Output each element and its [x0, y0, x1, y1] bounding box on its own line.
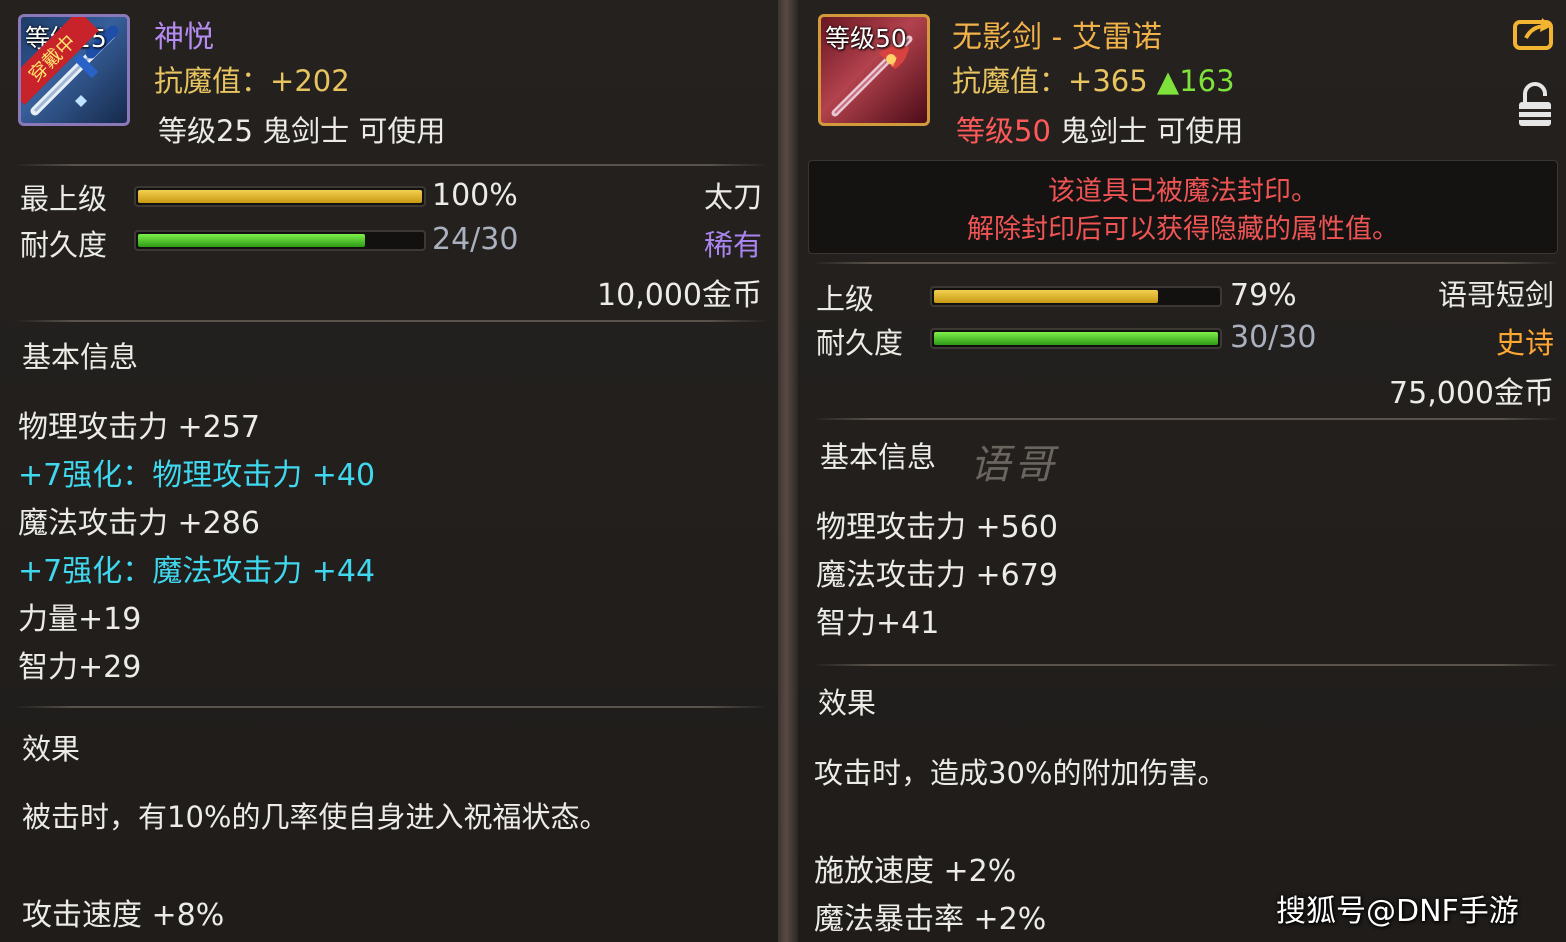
durability-bar-fill: [934, 332, 1218, 345]
item-name: 神悦: [154, 20, 214, 55]
anti-magic-label: 抗魔值：: [952, 64, 1069, 98]
grade-bar: [930, 286, 1222, 307]
effect-text: 攻击时，造成30%的附加伤害。: [814, 756, 1227, 790]
seal-notice: 该道具已被魔法封印。 解除封印后可以获得隐藏的属性值。: [808, 160, 1558, 254]
author-signature: 语哥: [970, 442, 1058, 488]
item-name: 无影剑 - 艾雷诺: [952, 20, 1162, 55]
grade-label: 上级: [816, 282, 875, 316]
stat-line-enhance: +7强化：物理攻击力 +40: [18, 458, 376, 493]
durability-value: 24/30: [432, 222, 519, 257]
stat-line: 魔法攻击力 +286: [18, 506, 260, 541]
anti-magic-row: 抗魔值：+365 ▲163: [952, 58, 1235, 100]
durability-label: 耐久度: [816, 326, 904, 360]
stat-line-enhance: +7强化：魔法攻击力 +44: [18, 554, 376, 589]
panel-separator: [778, 0, 798, 942]
grade-label: 最上级: [20, 182, 108, 216]
weapon-type: 语哥短剑: [1437, 278, 1554, 312]
stat-line: 物理攻击力 +257: [18, 410, 260, 445]
seal-line-2: 解除封印后可以获得隐藏的属性值。: [967, 214, 1399, 245]
stat-line: 物理攻击力 +560: [816, 510, 1058, 545]
left-item-tooltip: 等级25 穿戴中 神悦 抗魔值：+202 等级25 鬼剑士 可使用 最上级 10…: [0, 0, 778, 942]
durability-bar-fill: [138, 234, 365, 247]
anti-magic-value: +202: [270, 64, 350, 98]
divider: [812, 664, 1560, 666]
divider: [14, 320, 768, 322]
item-level-badge: 等级50: [825, 24, 907, 53]
extra-stat: 魔法暴击率 +2%: [814, 902, 1047, 937]
dagger-icon[interactable]: 等级50: [818, 14, 930, 126]
divider: [14, 164, 768, 166]
requirement-row: 等级50 鬼剑士 可使用: [956, 108, 1243, 150]
requirement-rest: 鬼剑士 可使用: [1050, 114, 1244, 148]
grade-bar-fill: [138, 190, 422, 203]
requirement-text: 等级25 鬼剑士 可使用: [158, 114, 446, 148]
section-basic-info: 基本信息: [820, 440, 937, 474]
anti-magic-label: 抗魔值：: [154, 64, 271, 98]
divider: [14, 706, 768, 708]
grade-bar-fill: [934, 290, 1158, 303]
extra-stat: 攻击速度 +8%: [22, 898, 225, 933]
rarity-label: 稀有: [703, 228, 762, 262]
durability-bar: [134, 230, 426, 251]
extra-stat: 施放速度 +2%: [814, 854, 1017, 889]
anti-magic-row: 抗魔值：+202: [154, 58, 350, 100]
grade-percent: 100%: [432, 178, 518, 213]
durability-label: 耐久度: [20, 228, 108, 262]
seal-line-1: 该道具已被魔法封印。: [1048, 176, 1318, 207]
effect-text: 被击时，有10%的几率使自身进入祝福状态。: [22, 800, 609, 834]
lock-icon[interactable]: [1516, 82, 1554, 134]
right-item-tooltip: 等级50 无影剑 - 艾雷诺 抗魔值：+365 ▲163 等级50 鬼剑士 可使…: [798, 0, 1566, 942]
stat-line: 智力+29: [18, 650, 142, 685]
stat-line: 力量+19: [18, 602, 142, 637]
stat-line: 魔法攻击力 +679: [816, 558, 1058, 593]
durability-bar: [930, 328, 1222, 349]
anti-magic-value: +365: [1068, 64, 1148, 98]
section-effect: 效果: [818, 686, 877, 720]
anti-magic-diff: ▲163: [1156, 64, 1235, 98]
share-icon[interactable]: [1512, 14, 1556, 56]
weapon-type: 太刀: [703, 180, 762, 214]
grade-bar: [134, 186, 426, 207]
section-basic-info: 基本信息: [22, 340, 139, 374]
katana-icon[interactable]: 等级25 穿戴中: [18, 14, 130, 126]
requirement-level: 等级50: [956, 114, 1051, 148]
divider: [812, 262, 1560, 264]
divider: [812, 418, 1560, 420]
price: 75,000金币: [1389, 376, 1554, 411]
stat-line: 智力+41: [816, 606, 940, 641]
source-credit: 搜狐号@DNF手游: [1276, 894, 1519, 929]
section-effect: 效果: [22, 732, 81, 766]
rarity-label: 史诗: [1495, 326, 1554, 360]
price: 10,000金币: [597, 278, 762, 313]
grade-percent: 79%: [1230, 278, 1297, 313]
durability-value: 30/30: [1230, 320, 1317, 355]
